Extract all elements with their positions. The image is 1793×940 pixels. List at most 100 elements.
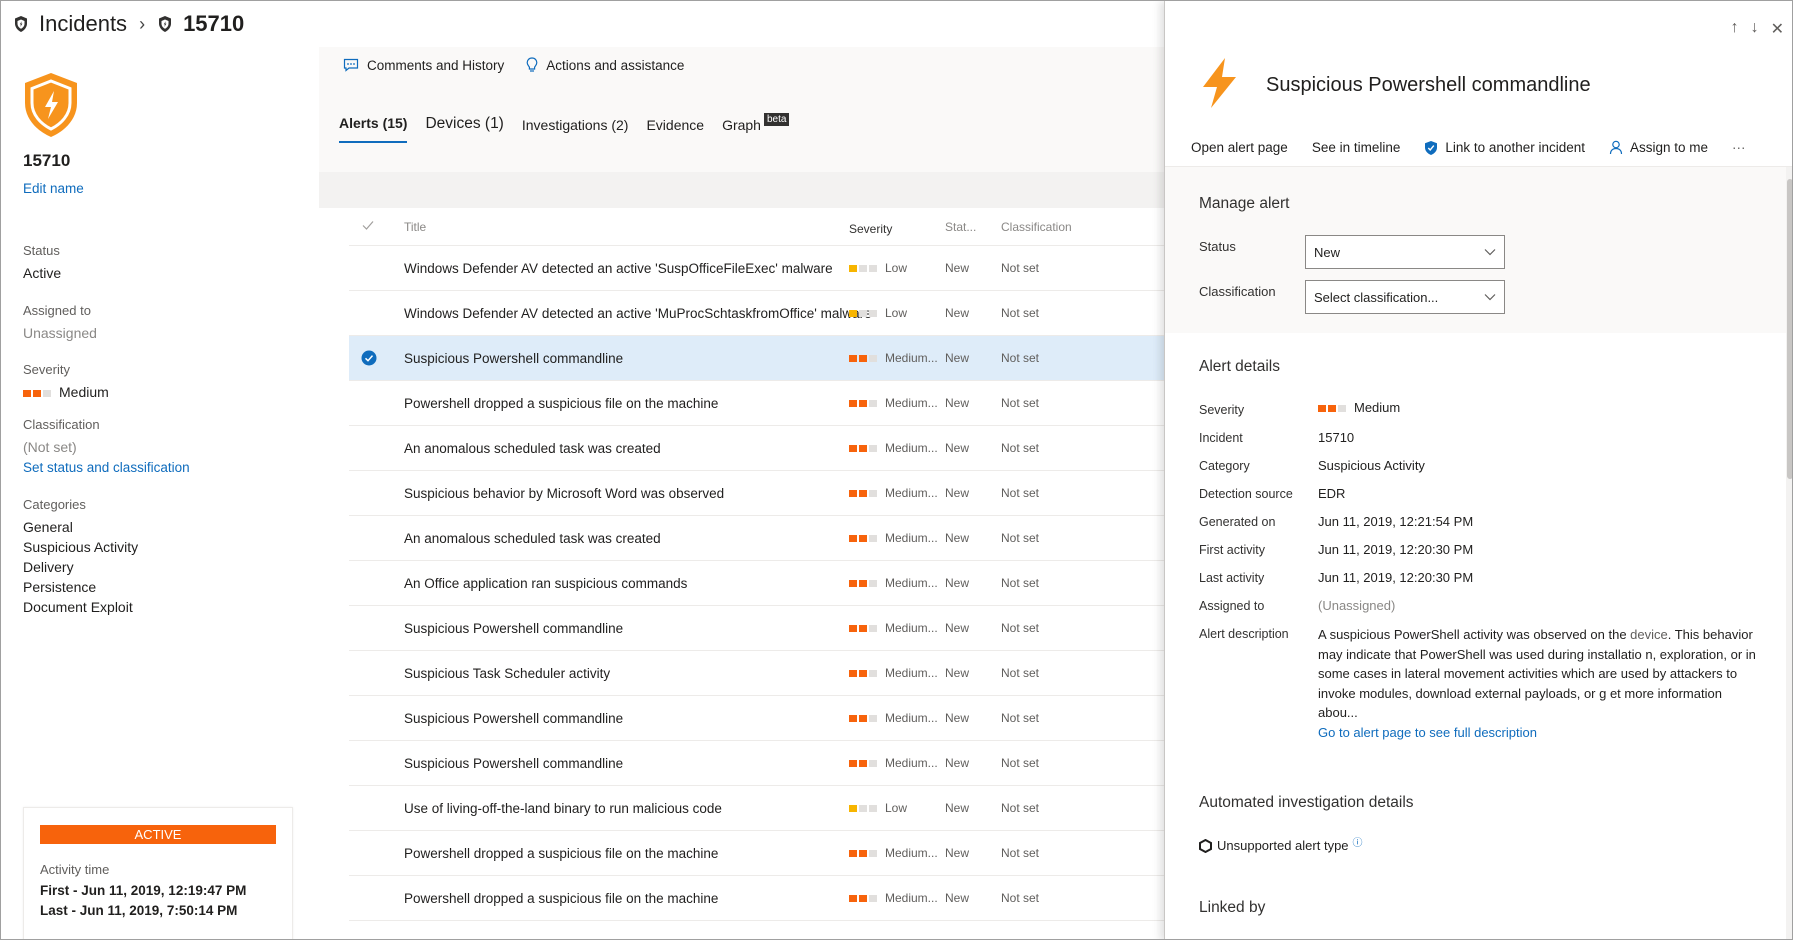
tab-devices[interactable]: Devices (1) <box>425 115 503 143</box>
first-activity: First - Jun 11, 2019, 12:19:47 PM <box>40 883 247 898</box>
severity-low-icon <box>849 265 877 273</box>
scrollbar-thumb[interactable] <box>1787 179 1792 479</box>
row-severity: Medium... <box>849 711 938 725</box>
detail-detection-value: EDR <box>1318 486 1346 501</box>
column-classification[interactable]: Classification <box>1001 220 1072 234</box>
detail-description-label: Alert description <box>1199 627 1289 641</box>
categories-label: Categories <box>23 497 86 512</box>
comments-history-button[interactable]: Comments and History <box>343 58 504 73</box>
table-row[interactable]: An anomalous scheduled task was created M… <box>349 516 1164 561</box>
table-row[interactable]: Powershell dropped a suspicious file on … <box>349 381 1164 426</box>
table-row[interactable]: Suspicious Powershell commandline Medium.… <box>349 741 1164 786</box>
alert-flyout: ↑ ↓ ✕ Suspicious Powershell commandline … <box>1164 1 1792 939</box>
severity-medium-icon <box>849 445 877 453</box>
table-row[interactable]: Suspicious Powershell commandline Medium.… <box>349 696 1164 741</box>
row-severity: Medium... <box>849 756 938 770</box>
table-header: Title Severity Stat... Classification <box>349 208 1164 246</box>
tab-bar: Alerts (15) Devices (1) Investigations (… <box>339 113 807 143</box>
detail-severity-row: Medium <box>1318 400 1400 415</box>
tab-evidence[interactable]: Evidence <box>646 117 704 143</box>
row-severity: Low <box>849 306 907 320</box>
column-severity[interactable]: Severity <box>849 222 892 236</box>
main-header: Comments and History Actions and assista… <box>319 47 1164 172</box>
table-row[interactable]: Windows Defender AV detected an active '… <box>349 291 1164 336</box>
comment-icon <box>343 58 359 72</box>
activity-time-label: Activity time <box>40 862 110 877</box>
severity-medium-icon <box>849 670 877 678</box>
row-classification: Not set <box>1001 711 1040 725</box>
severity-value-row: Medium <box>23 384 109 400</box>
row-severity: Medium... <box>849 396 938 410</box>
main-content: Comments and History Actions and assista… <box>319 47 1164 939</box>
row-status: New <box>945 621 970 635</box>
row-severity: Low <box>849 261 907 275</box>
row-severity-label: Medium... <box>885 531 938 545</box>
tab-alerts[interactable]: Alerts (15) <box>339 115 408 143</box>
checkmark-icon[interactable] <box>361 350 377 369</box>
severity-medium-icon <box>849 895 877 903</box>
arrow-up-icon[interactable]: ↑ <box>1731 19 1739 39</box>
row-severity-label: Medium... <box>885 486 938 500</box>
row-title: An Office application ran suspicious com… <box>404 576 688 591</box>
row-severity-label: Medium... <box>885 441 938 455</box>
assign-to-me-button[interactable]: Assign to me <box>1609 140 1708 155</box>
device-link[interactable]: device <box>1630 627 1668 642</box>
row-severity-label: Medium... <box>885 756 938 770</box>
lightning-icon <box>1203 58 1236 108</box>
status-dropdown[interactable]: New <box>1305 235 1505 269</box>
row-severity-label: Medium... <box>885 666 938 680</box>
tab-graph[interactable]: Graph beta <box>722 113 790 143</box>
open-alert-page-button[interactable]: Open alert page <box>1191 140 1288 155</box>
chevron-down-icon <box>1484 294 1496 301</box>
lightbulb-icon <box>526 57 538 72</box>
table-row[interactable]: Powershell dropped a suspicious file on … <box>349 876 1164 921</box>
table-row[interactable]: Suspicious Powershell commandline Medium.… <box>349 606 1164 651</box>
link-incident-button[interactable]: Link to another incident <box>1424 140 1585 156</box>
severity-medium-icon <box>849 580 877 588</box>
arrow-down-icon[interactable]: ↓ <box>1751 19 1759 39</box>
table-row[interactable]: Suspicious Powershell commandline Medium.… <box>349 336 1164 381</box>
tab-investigations[interactable]: Investigations (2) <box>522 117 629 143</box>
row-classification: Not set <box>1001 621 1040 635</box>
classification-dropdown[interactable]: Select classification... <box>1305 280 1505 314</box>
row-classification: Not set <box>1001 891 1040 905</box>
table-row[interactable]: An Office application ran suspicious com… <box>349 561 1164 606</box>
set-status-link[interactable]: Set status and classification <box>23 460 190 475</box>
more-icon[interactable]: ··· <box>1732 140 1746 155</box>
row-classification: Not set <box>1001 261 1040 275</box>
detail-category-value: Suspicious Activity <box>1318 458 1425 473</box>
row-status: New <box>945 351 970 365</box>
table-row[interactable]: Suspicious behavior by Microsoft Word wa… <box>349 471 1164 516</box>
see-in-timeline-button[interactable]: See in timeline <box>1312 140 1401 155</box>
row-title: Powershell dropped a suspicious file on … <box>404 846 719 861</box>
table-row[interactable]: Powershell dropped a suspicious file on … <box>349 831 1164 876</box>
row-severity: Medium... <box>849 531 938 545</box>
info-icon[interactable]: ⓘ <box>1353 834 1363 849</box>
breadcrumb-current: 15710 <box>183 11 245 36</box>
full-description-link[interactable]: Go to alert page to see full description <box>1318 725 1537 740</box>
actions-assistance-button[interactable]: Actions and assistance <box>526 57 684 73</box>
detail-first-label: First activity <box>1199 543 1265 557</box>
close-icon[interactable]: ✕ <box>1771 19 1784 39</box>
table-row[interactable]: Use of living-off-the-land binary to run… <box>349 786 1164 831</box>
classification-dropdown-value: Select classification... <box>1314 289 1439 305</box>
row-title: Suspicious Powershell commandline <box>404 351 624 366</box>
edit-name-link[interactable]: Edit name <box>23 181 84 196</box>
row-title: Windows Defender AV detected an active '… <box>404 261 833 276</box>
table-row[interactable]: Windows Defender AV detected an active '… <box>349 246 1164 291</box>
beta-badge: beta <box>763 113 790 126</box>
select-all-checkmark-icon[interactable] <box>361 218 375 235</box>
table-row[interactable]: An anomalous scheduled task was created M… <box>349 426 1164 471</box>
column-status[interactable]: Stat... <box>945 220 976 234</box>
flyout-scrollbar[interactable] <box>1786 167 1792 939</box>
table-row[interactable]: Suspicious Task Scheduler activity Medium… <box>349 651 1164 696</box>
detail-generated-label: Generated on <box>1199 515 1276 529</box>
column-title[interactable]: Title <box>404 220 426 234</box>
assigned-label: Assigned to <box>23 303 91 318</box>
breadcrumb-incidents[interactable]: Incidents <box>39 11 127 37</box>
flyout-nav: ↑ ↓ ✕ <box>1731 19 1784 39</box>
incident-summary-panel: 15710 Edit name Status Active Assigned t… <box>1 47 319 939</box>
row-title: Powershell dropped a suspicious file on … <box>404 396 719 411</box>
detail-incident-link[interactable]: 15710 <box>1318 430 1354 445</box>
row-status: New <box>945 306 970 320</box>
